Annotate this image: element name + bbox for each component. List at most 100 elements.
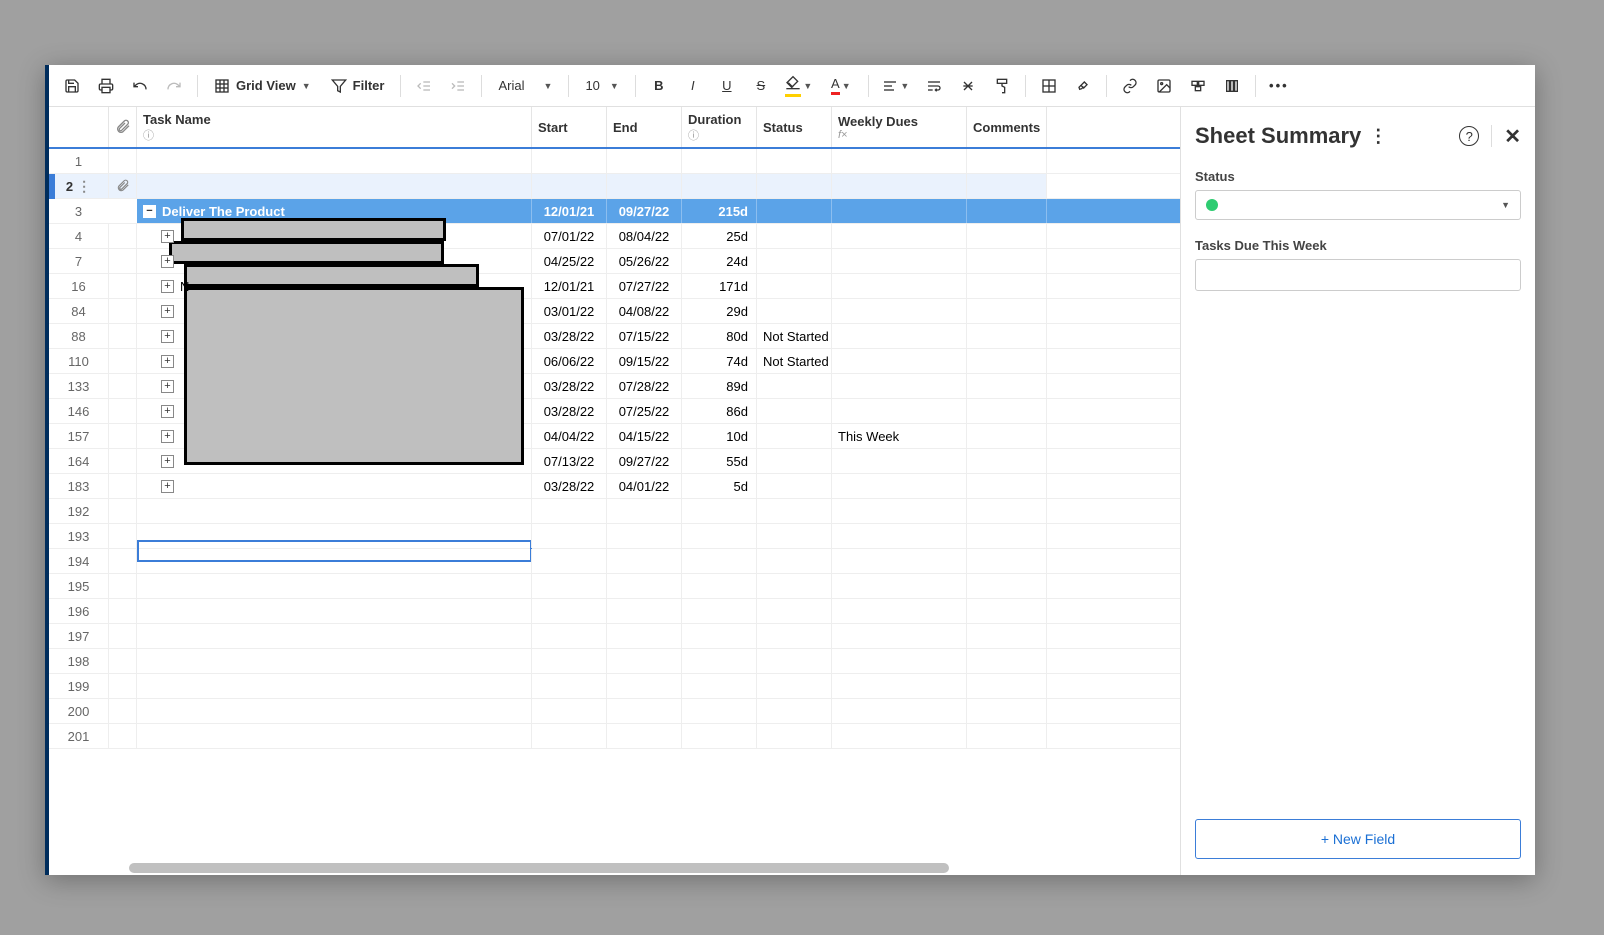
table-row[interactable]: 146+03/28/2207/25/2286d <box>49 399 1180 424</box>
undo-icon[interactable] <box>125 71 155 101</box>
attach-cell[interactable] <box>109 449 137 473</box>
attach-cell[interactable] <box>109 649 137 673</box>
close-icon[interactable]: ✕ <box>1504 124 1521 149</box>
row-number[interactable]: 201 <box>49 724 109 748</box>
duration-cell[interactable] <box>682 499 757 523</box>
weekly-cell[interactable] <box>832 474 967 498</box>
task-cell[interactable]: + <box>137 374 532 398</box>
duration-cell[interactable]: 89d <box>682 374 757 398</box>
attachment-column-icon[interactable] <box>109 107 137 147</box>
attach-cell[interactable] <box>109 574 137 598</box>
table-row[interactable]: 157+04/04/2204/15/2210dThis Week <box>49 424 1180 449</box>
column-start[interactable]: Start <box>532 107 607 147</box>
task-cell[interactable]: + <box>137 399 532 423</box>
status-cell[interactable] <box>757 699 832 723</box>
row-number[interactable]: 183 <box>49 474 109 498</box>
weekly-cell[interactable] <box>832 649 967 673</box>
expand-icon[interactable]: + <box>161 355 174 368</box>
end-cell[interactable]: 04/01/22 <box>607 474 682 498</box>
status-cell[interactable] <box>757 249 832 273</box>
row-number[interactable]: 164 <box>49 449 109 473</box>
duration-cell[interactable] <box>682 649 757 673</box>
weekly-cell[interactable]: This Week <box>832 424 967 448</box>
comments-cell[interactable] <box>967 299 1047 323</box>
row-number[interactable]: 84 <box>49 299 109 323</box>
end-cell[interactable]: 09/27/22 <box>607 449 682 473</box>
task-cell[interactable]: + <box>137 424 532 448</box>
end-cell[interactable]: 04/08/22 <box>607 299 682 323</box>
table-row[interactable]: 2⋮ <box>49 174 1180 199</box>
comments-cell[interactable] <box>967 549 1047 573</box>
comments-cell[interactable] <box>967 649 1047 673</box>
task-cell[interactable]: + <box>137 224 532 248</box>
start-cell[interactable] <box>532 549 607 573</box>
collapse-icon[interactable]: − <box>143 205 156 218</box>
weekly-cell[interactable] <box>832 574 967 598</box>
start-cell[interactable] <box>532 699 607 723</box>
font-size-select[interactable]: 10 ▼ <box>577 71 626 101</box>
end-cell[interactable] <box>607 499 682 523</box>
task-cell[interactable] <box>137 499 532 523</box>
status-cell[interactable]: Not Started <box>757 349 832 373</box>
task-cell[interactable]: + <box>137 474 532 498</box>
weekly-cell[interactable] <box>832 174 967 198</box>
task-cell[interactable]: +N <box>137 274 532 298</box>
column-icon[interactable] <box>1217 71 1247 101</box>
attach-cell[interactable] <box>109 624 137 648</box>
italic-icon[interactable]: I <box>678 71 708 101</box>
task-cell[interactable] <box>137 174 532 198</box>
table-row[interactable]: 88+03/28/2207/15/2280dNot Started <box>49 324 1180 349</box>
task-cell[interactable]: + <box>137 249 532 273</box>
weekly-cell[interactable] <box>832 549 967 573</box>
end-cell[interactable]: 09/15/22 <box>607 349 682 373</box>
weekly-cell[interactable] <box>832 374 967 398</box>
expand-icon[interactable]: + <box>161 455 174 468</box>
end-cell[interactable] <box>607 549 682 573</box>
duration-cell[interactable] <box>682 549 757 573</box>
task-cell[interactable] <box>137 699 532 723</box>
weekly-cell[interactable] <box>832 499 967 523</box>
end-cell[interactable] <box>607 624 682 648</box>
status-cell[interactable] <box>757 599 832 623</box>
duration-cell[interactable]: 25d <box>682 224 757 248</box>
start-cell[interactable]: 04/25/22 <box>532 249 607 273</box>
end-cell[interactable]: 05/26/22 <box>607 249 682 273</box>
row-number[interactable]: 133 <box>49 374 109 398</box>
row-number[interactable]: 16 <box>49 274 109 298</box>
attach-cell[interactable] <box>109 399 137 423</box>
table-row[interactable]: 133+03/28/2207/28/2289d <box>49 374 1180 399</box>
table-row[interactable]: 198 <box>49 649 1180 674</box>
spreadsheet-grid[interactable]: Task Name ⓘ Start End Duration ⓘ Status … <box>49 107 1180 875</box>
comments-cell[interactable] <box>967 699 1047 723</box>
grid-body[interactable]: 12⋮3−Deliver The Product12/01/2109/27/22… <box>49 149 1180 749</box>
underline-icon[interactable]: U <box>712 71 742 101</box>
end-cell[interactable]: 07/25/22 <box>607 399 682 423</box>
duration-cell[interactable] <box>682 624 757 648</box>
status-cell[interactable] <box>757 199 832 223</box>
status-cell[interactable] <box>757 499 832 523</box>
row-number[interactable]: 157 <box>49 424 109 448</box>
weekly-cell[interactable] <box>832 674 967 698</box>
align-icon[interactable]: ▼ <box>877 71 915 101</box>
image-icon[interactable] <box>1149 71 1179 101</box>
task-cell[interactable]: + <box>137 449 532 473</box>
row-number[interactable]: 200 <box>49 699 109 723</box>
comments-cell[interactable] <box>967 524 1047 548</box>
attach-cell[interactable] <box>109 524 137 548</box>
duration-cell[interactable]: 5d <box>682 474 757 498</box>
weekly-cell[interactable] <box>832 249 967 273</box>
clear-format-icon[interactable] <box>953 71 983 101</box>
row-number[interactable]: 193 <box>49 524 109 548</box>
wrap-icon[interactable] <box>919 71 949 101</box>
help-icon[interactable]: ? <box>1459 126 1479 146</box>
status-cell[interactable] <box>757 274 832 298</box>
expand-icon[interactable]: + <box>161 330 174 343</box>
start-cell[interactable] <box>532 524 607 548</box>
weekly-cell[interactable] <box>832 524 967 548</box>
comments-cell[interactable] <box>967 274 1047 298</box>
task-cell[interactable] <box>137 724 532 748</box>
status-cell[interactable] <box>757 224 832 248</box>
expand-icon[interactable]: + <box>161 430 174 443</box>
comments-cell[interactable] <box>967 199 1047 223</box>
end-cell[interactable] <box>607 724 682 748</box>
